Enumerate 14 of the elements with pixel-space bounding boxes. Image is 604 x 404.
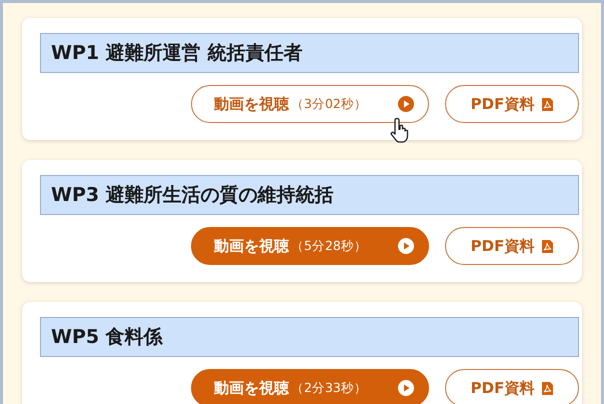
section-title: WP3 避難所生活の質の維持統括 xyxy=(40,175,579,215)
pdf-file-icon xyxy=(542,98,554,110)
section-title: WP1 避難所運営 統括責任者 xyxy=(40,33,579,73)
play-icon xyxy=(398,96,414,112)
watch-video-button[interactable]: 動画を視聴（2分33秒） xyxy=(191,369,429,404)
section-title: WP5 食料係 xyxy=(40,317,579,357)
play-icon xyxy=(398,238,414,254)
pdf-button[interactable]: PDF資料 xyxy=(445,85,579,123)
play-icon xyxy=(398,380,414,396)
pdf-button[interactable]: PDF資料 xyxy=(445,369,579,404)
pdf-file-icon xyxy=(542,382,554,394)
watch-video-button[interactable]: 動画を視聴（5分28秒） xyxy=(191,227,429,265)
pdf-file-icon xyxy=(542,240,554,252)
pdf-button[interactable]: PDF資料 xyxy=(445,227,579,265)
